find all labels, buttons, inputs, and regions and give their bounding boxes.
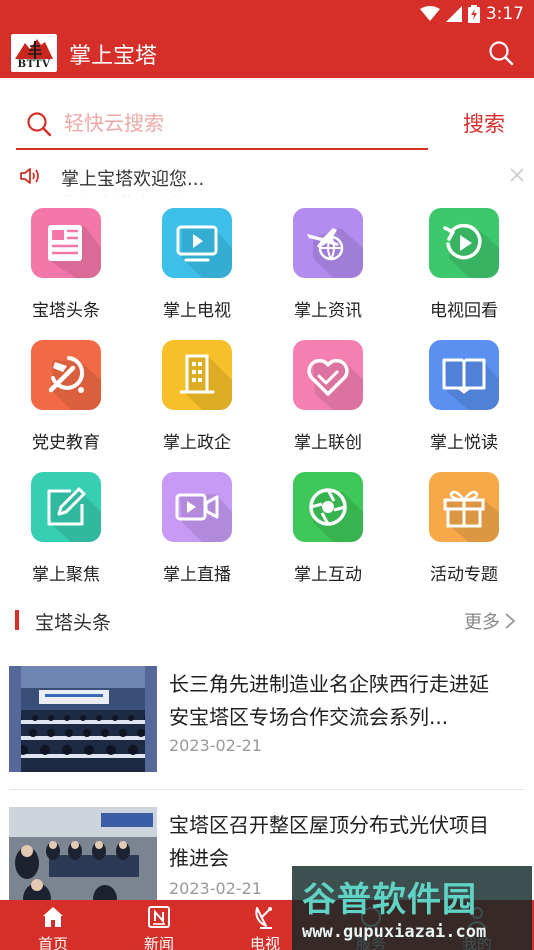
news-date: 2023-02-21: [169, 879, 262, 898]
tile-bg: [162, 472, 232, 542]
party-emblem-icon: [48, 356, 101, 410]
more-label: 更多: [464, 612, 500, 633]
shutter-icon: [309, 488, 363, 542]
book-icon: [442, 358, 499, 410]
grid-item-live[interactable]: 掌上直播: [131, 470, 263, 594]
grid-item-label: 掌上悦读: [430, 433, 498, 453]
news-thumbnail: [9, 666, 157, 772]
close-icon[interactable]: [508, 166, 526, 184]
grid-item-label: 掌上资讯: [294, 301, 362, 321]
app-bar: BTTV 掌上宝塔: [0, 28, 534, 78]
plane-globe-icon: [307, 228, 363, 278]
grid-item-info[interactable]: 掌上资讯: [262, 206, 394, 330]
watermark-url: www.gupuxiazai.com: [302, 922, 487, 942]
grid-item-label: 电视回看: [430, 301, 498, 321]
speaker-icon: [20, 168, 39, 184]
tile-bg: [31, 340, 101, 410]
news-icon: [48, 225, 101, 278]
grid-item-union[interactable]: 掌上联创: [262, 338, 394, 462]
search-field-icon: [27, 112, 52, 137]
tile-bg: [429, 472, 499, 542]
grid-item-label: 掌上直播: [163, 565, 231, 585]
grid-item-interact[interactable]: 掌上互动: [262, 470, 394, 594]
notice-bar: 掌上宝塔欢迎您... 掌上宝塔欢迎您...: [0, 160, 534, 196]
video-camera-icon: [175, 493, 232, 542]
battery-icon: [467, 5, 480, 23]
notice-text[interactable]: 掌上宝塔欢迎您...: [61, 165, 204, 191]
home-icon: [43, 907, 63, 927]
news-item[interactable]: 长三角先进制造业名企陕西行走进延安宝塔区专场合作交流会系列... 2023-02…: [0, 666, 534, 788]
watermark: 谷普软件园 www.gupuxiazai.com: [292, 866, 532, 950]
grid-item-headlines[interactable]: 宝塔头条: [0, 206, 132, 330]
grid-item-events[interactable]: 活动专题: [398, 470, 530, 594]
status-time: 3:17: [485, 4, 524, 24]
grid-item-tv[interactable]: 掌上电视: [131, 206, 263, 330]
tile-bg: [429, 208, 499, 278]
grid-item-reading[interactable]: 掌上悦读: [398, 338, 530, 462]
status-icons: 3:17: [419, 4, 524, 24]
tile-bg: [429, 340, 499, 410]
search-box: [16, 96, 428, 150]
grid-item-party-history[interactable]: 党史教育: [0, 338, 132, 462]
news-thumbnail: [9, 807, 157, 913]
wifi-icon: [419, 6, 440, 21]
grid-item-label: 党史教育: [32, 433, 100, 453]
grid-item-focus[interactable]: 掌上聚焦: [0, 470, 132, 594]
meeting-photo: [9, 807, 157, 913]
news-divider: [9, 789, 525, 790]
grid-item-label: 掌上联创: [294, 433, 362, 453]
signal-icon: [445, 6, 462, 22]
grid-item-label: 活动专题: [430, 565, 498, 585]
building-icon: [179, 354, 232, 410]
section-accent-bar: [15, 610, 19, 630]
section-header: 宝塔头条 更多: [0, 604, 534, 638]
search-row: 搜索: [0, 96, 534, 152]
app-logo: BTTV: [11, 34, 57, 72]
grid-item-label: 掌上聚焦: [32, 565, 100, 585]
notice-text-next: 掌上宝塔欢迎您...: [61, 191, 204, 196]
pagoda-logo-icon: [15, 39, 53, 59]
search-input[interactable]: [64, 106, 404, 140]
replay-icon: [443, 223, 499, 278]
tv-icon: [176, 225, 232, 278]
chevron-right-icon: [505, 613, 516, 629]
section-title: 宝塔头条: [35, 612, 112, 634]
tile-bg: [31, 472, 101, 542]
tile-bg: [293, 340, 363, 410]
grid-item-gov[interactable]: 掌上政企: [131, 338, 263, 462]
logo-text: BTTV: [17, 59, 51, 70]
nav-item-home[interactable]: 首页: [0, 900, 106, 950]
tile-bg: [162, 340, 232, 410]
nav-item-news[interactable]: 新闻: [106, 900, 212, 950]
tile-bg: [293, 472, 363, 542]
tile-bg: [293, 208, 363, 278]
watermark-title: 谷普软件园: [302, 880, 477, 920]
edit-icon: [47, 487, 101, 542]
heart-icon: [307, 358, 363, 410]
nav-label: 首页: [37, 935, 68, 950]
search-button[interactable]: 搜索: [463, 108, 505, 138]
conference-photo: [9, 666, 157, 772]
feature-grid: 宝塔头条 掌上电视 掌上资讯 电视回看 党史教育 掌上政企 掌上联创 掌上悦读 …: [0, 206, 534, 596]
more-link[interactable]: 更多: [464, 608, 516, 634]
newspaper-icon: [148, 906, 170, 928]
app-title: 掌上宝塔: [69, 44, 158, 69]
gift-icon: [443, 490, 499, 542]
search-icon[interactable]: [488, 40, 514, 66]
tile-bg: [31, 208, 101, 278]
nav-label: 新闻: [143, 935, 174, 950]
news-date: 2023-02-21: [169, 736, 262, 755]
grid-item-label: 宝塔头条: [32, 301, 100, 321]
grid-item-label: 掌上互动: [294, 565, 362, 585]
status-bar: 3:17: [0, 0, 534, 28]
news-headline: 长三角先进制造业名企陕西行走进延安宝塔区专场合作交流会系列...: [169, 672, 489, 729]
grid-item-label: 掌上政企: [163, 433, 231, 453]
tile-bg: [162, 208, 232, 278]
grid-item-replay[interactable]: 电视回看: [398, 206, 530, 330]
grid-item-label: 掌上电视: [163, 301, 231, 321]
satellite-icon: [255, 907, 272, 929]
